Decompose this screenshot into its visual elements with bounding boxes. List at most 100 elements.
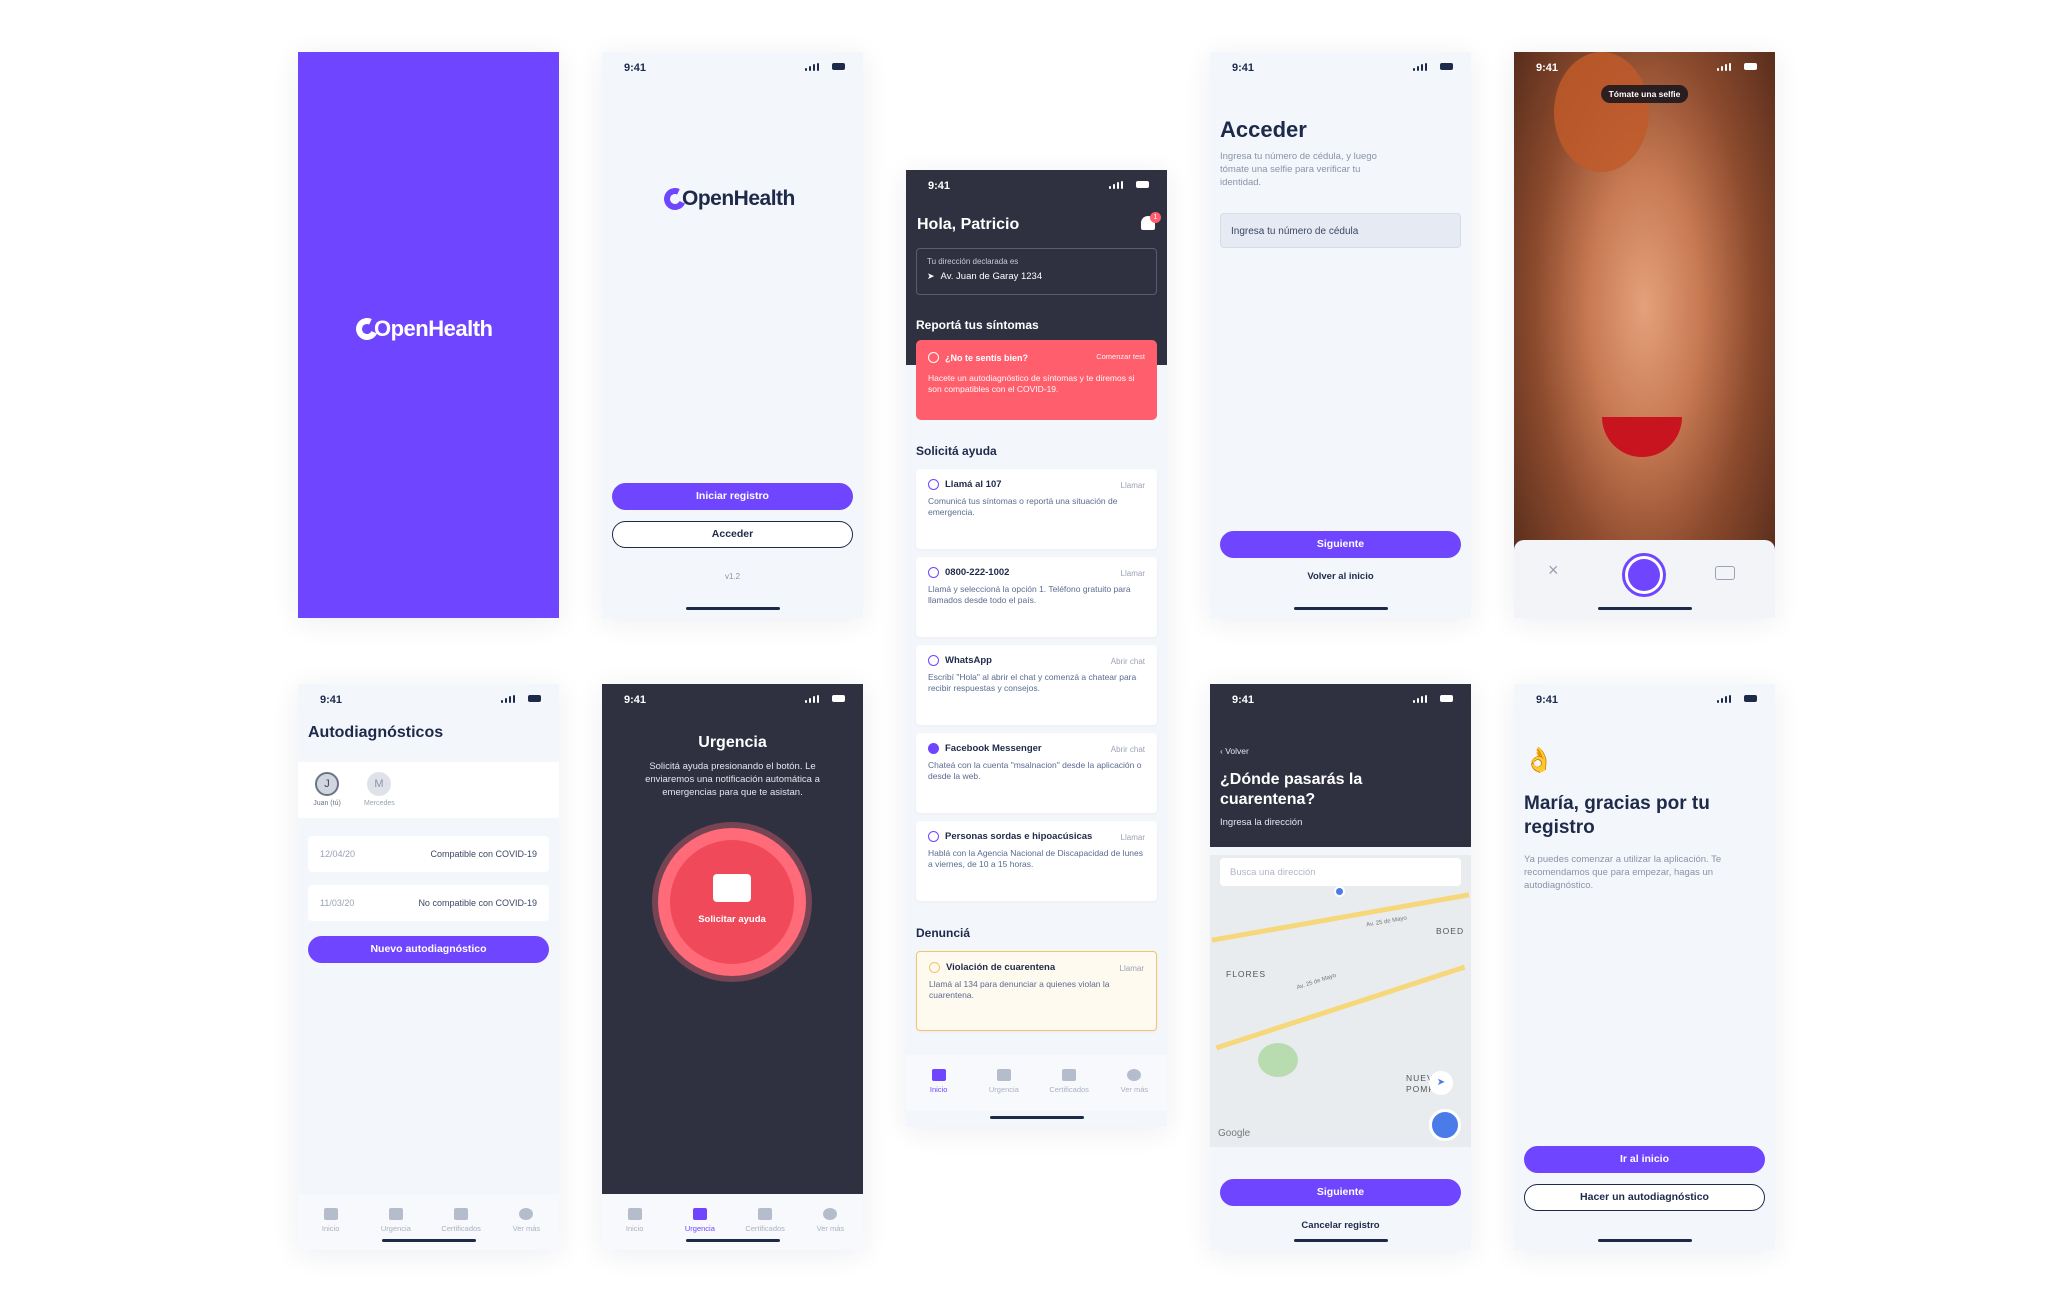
ambulance-icon (713, 874, 751, 902)
start-test-link[interactable]: Comenzar test (1096, 352, 1145, 361)
splash-screen: OpenHealth (298, 52, 559, 618)
home-indicator (381, 1239, 476, 1242)
map-park (1258, 1043, 1298, 1077)
greeting: Hola, Patricio (917, 216, 1020, 233)
openhealth-logo: OpenHealth (352, 314, 493, 344)
address-screen: 9:41 ‹ Volver ¿Dónde pasarás la cuarente… (1210, 684, 1471, 1250)
login-screen: 9:41 Acceder Ingresa tu número de cédula… (1210, 52, 1471, 618)
page-title: Autodiagnósticos (308, 724, 444, 741)
map-attribution: Google (1218, 1128, 1251, 1139)
call-link[interactable]: Llamar (1121, 569, 1145, 578)
home-indicator (1293, 1239, 1388, 1242)
map-street-label: Av. 25 de Mayo (1296, 972, 1338, 992)
qr-code-icon (454, 1208, 469, 1220)
person-tab[interactable]: J Juan (tú) (312, 772, 342, 807)
request-help-button[interactable]: Solicitar ayuda (658, 828, 806, 976)
page-description: Solicitá ayuda presionando el botón. Le … (645, 761, 820, 798)
symptoms-heading: Reportá tus síntomas (916, 318, 1039, 332)
map[interactable]: FLORES BOED NUEVA POMP Av. 25 de Mayo Av… (1210, 855, 1471, 1147)
home-indicator (1597, 607, 1692, 610)
phone-icon (928, 567, 939, 578)
directions-icon[interactable] (1429, 1109, 1461, 1141)
tab-inicio[interactable]: Inicio (909, 1069, 969, 1111)
locate-me-icon[interactable]: ➤ (1429, 1071, 1453, 1095)
address-box[interactable]: Tu dirección declarada es ➤ Av. Juan de G… (916, 248, 1157, 295)
symptoms-card[interactable]: ¿No te sentís bien? Comenzar test Hacete… (916, 340, 1157, 420)
help-card-title: 0800-222-1002 (945, 567, 1010, 578)
tab-ver-mas[interactable]: Ver más (800, 1208, 860, 1250)
help-heading: Solicitá ayuda (916, 444, 997, 458)
help-card-0800[interactable]: 0800-222-1002 Llamar Llamá y seleccioná la… (916, 557, 1157, 637)
page-subtitle: Ingresa la dirección (1220, 817, 1303, 828)
help-card-deaf[interactable]: Personas sordas e hipoacúsicas Llamar Habl… (916, 821, 1157, 901)
page-title: Acceder (1220, 117, 1307, 142)
tab-ver-mas[interactable]: Ver más (496, 1208, 556, 1250)
id-number-input[interactable]: Ingresa tu número de cédula (1220, 213, 1461, 248)
help-card-whatsapp[interactable]: WhatsApp Abrir chat Escribí "Hola" al abri… (916, 645, 1157, 725)
help-card-messenger[interactable]: Facebook Messenger Abrir chat Chateá con l… (916, 733, 1157, 813)
shutter-button[interactable] (1622, 553, 1666, 597)
go-home-button[interactable]: Ir al inicio (1524, 1146, 1765, 1173)
map-street-label: Av. 25 de Mayo (1365, 915, 1408, 929)
person-tab[interactable]: M Mercedes (364, 772, 395, 807)
diagnosis-row[interactable]: 12/04/20 Compatible con COVID-19 (308, 836, 549, 872)
address-label: Tu dirección declarada es (927, 257, 1019, 266)
person-name: Mercedes (364, 800, 395, 807)
report-card-title: Violación de cuarentena (946, 962, 1056, 973)
tab-inicio[interactable]: Inicio (301, 1208, 361, 1250)
start-diagnosis-button[interactable]: Hacer un autodiagnóstico (1524, 1184, 1765, 1211)
qr-code-icon (1062, 1069, 1077, 1081)
tab-certificados[interactable]: Certificados (431, 1208, 491, 1250)
login-button[interactable]: Acceder (612, 521, 853, 548)
status-bar: 9:41 (1514, 684, 1775, 714)
phone-icon (928, 831, 939, 842)
call-link[interactable]: Llamar (1121, 833, 1145, 842)
navigation-arrow-icon: ➤ (927, 271, 935, 281)
report-card[interactable]: Violación de cuarentena Llamar Llamá al 13… (916, 951, 1157, 1031)
home-indicator (685, 607, 780, 610)
new-diagnosis-button[interactable]: Nuevo autodiagnóstico (308, 936, 549, 963)
tab-inicio[interactable]: Inicio (605, 1208, 665, 1250)
next-button[interactable]: Siguiente (1220, 1179, 1461, 1206)
back-button[interactable]: ‹ Volver (1220, 746, 1249, 756)
tab-urgencia[interactable]: Urgencia (974, 1069, 1034, 1111)
back-to-start-link[interactable]: Volver al inicio (1210, 571, 1471, 582)
tab-ver-mas[interactable]: Ver más (1104, 1069, 1164, 1111)
tab-certificados[interactable]: Certificados (1039, 1069, 1099, 1111)
ambulance-icon (388, 1208, 403, 1220)
self-diagnosis-screen: 9:41 Autodiagnósticos J Juan (tú) M Merced… (298, 684, 559, 1250)
home-indicator (685, 1239, 780, 1242)
open-chat-link[interactable]: Abrir chat (1111, 657, 1145, 666)
avatar: M (367, 772, 391, 796)
call-link[interactable]: Llamar (1121, 481, 1145, 490)
ambulance-icon (996, 1069, 1011, 1081)
home-screen: 9:41 Hola, Patricio 1 Tu dirección decla… (906, 170, 1167, 1127)
cancel-registration-link[interactable]: Cancelar registro (1210, 1220, 1471, 1231)
status-bar: 9:41 (1514, 52, 1775, 82)
help-card-107[interactable]: Llamá al 107 Llamar Comunicá tus síntomas … (916, 469, 1157, 549)
help-card-desc: Comunicá tus síntomas o reportá una situ… (928, 496, 1118, 517)
address-search-input[interactable]: Busca una dirección (1220, 858, 1461, 886)
diagnosis-row[interactable]: 11/03/20 No compatible con COVID-19 (308, 885, 549, 921)
tab-urgencia[interactable]: Urgencia (670, 1208, 730, 1250)
messenger-icon (928, 743, 939, 754)
tab-bar: Inicio Urgencia Certificados Ver más (906, 1055, 1167, 1111)
more-icon (1127, 1069, 1142, 1081)
status-bar: 9:41 (906, 170, 1167, 200)
people-selector: J Juan (tú) M Mercedes (298, 762, 559, 818)
avatar: J (315, 772, 339, 796)
report-card-desc: Llamá al 134 para denunciar a quienes vi… (929, 979, 1110, 1000)
tab-certificados[interactable]: Certificados (735, 1208, 795, 1250)
camera-switch-icon[interactable] (1715, 566, 1735, 580)
start-registration-button[interactable]: Iniciar registro (612, 483, 853, 510)
virus-icon (928, 352, 939, 363)
open-chat-link[interactable]: Abrir chat (1111, 745, 1145, 754)
diagnosis-result: No compatible con COVID-19 (418, 898, 537, 908)
next-button[interactable]: Siguiente (1220, 531, 1461, 558)
call-link[interactable]: Llamar (1120, 964, 1144, 973)
diagnosis-date: 12/04/20 (320, 849, 356, 859)
close-icon[interactable]: × (1548, 560, 1559, 581)
status-bar: 9:41 (1210, 684, 1471, 714)
home-icon (931, 1069, 946, 1081)
tab-urgencia[interactable]: Urgencia (366, 1208, 426, 1250)
